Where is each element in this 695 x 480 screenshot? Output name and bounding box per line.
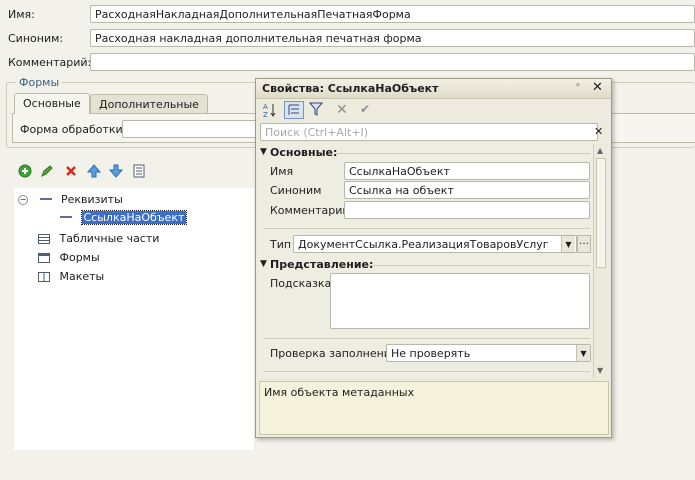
- collapse-icon[interactable]: −: [18, 195, 28, 205]
- categories-icon[interactable]: [284, 101, 304, 119]
- sort-alpha-icon[interactable]: AZ: [262, 101, 278, 119]
- prop-fill-check-label: Проверка заполнения: [270, 347, 398, 360]
- section-main-title: Основные:: [270, 146, 338, 159]
- prop-hint-label: Подсказка: [270, 277, 332, 290]
- svg-text:A: A: [263, 103, 268, 111]
- svg-text:Z: Z: [263, 111, 268, 119]
- cancel-icon[interactable]: ✕: [336, 102, 348, 118]
- tree-item-label: СсылкаНаОбъект: [80, 210, 188, 225]
- separator: [264, 371, 590, 372]
- name-field[interactable]: РасходнаяНакладнаяДополнительнаяПечатная…: [90, 5, 695, 23]
- property-description: Имя объекта метаданных: [264, 386, 415, 399]
- property-description-panel: Имя объекта метаданных: [259, 381, 609, 435]
- scroll-thumb[interactable]: [596, 158, 606, 268]
- table-icon: [38, 234, 50, 244]
- collapse-view-icon[interactable]: ▼: [260, 259, 267, 269]
- prop-fill-check-select[interactable]: Не проверять: [386, 344, 591, 362]
- type-dropdown-icon[interactable]: ▼: [561, 236, 575, 252]
- properties-window: Свойства: СсылкаНаОбъект ᵠ ✕ AZ ✕ ✔ Поис…: [255, 78, 612, 438]
- prop-type-label: Тип: [270, 238, 292, 251]
- synonym-field[interactable]: Расходная накладная дополнительная печат…: [90, 29, 695, 47]
- tree-item-label: Табличные части: [59, 232, 160, 245]
- list-icon[interactable]: [130, 162, 148, 180]
- tree-item-tabular-parts[interactable]: Табличные части: [38, 230, 159, 248]
- move-down-icon[interactable]: [107, 162, 125, 180]
- tree-item-requisites[interactable]: − Реквизиты: [18, 191, 123, 209]
- form-icon: [38, 253, 50, 263]
- layout-icon: [38, 272, 50, 282]
- synonym-label: Синоним:: [8, 32, 64, 45]
- clear-search-icon[interactable]: ✕: [594, 125, 603, 138]
- comment-field[interactable]: [90, 53, 695, 71]
- metadata-tree: [14, 188, 254, 450]
- tree-item-label: Формы: [59, 251, 100, 264]
- form-processing-field[interactable]: [122, 120, 262, 138]
- collapse-main-icon[interactable]: ▼: [260, 147, 267, 157]
- move-up-icon[interactable]: [85, 162, 103, 180]
- prop-comment-label: Комментарий: [270, 204, 350, 217]
- requisites-icon: [39, 198, 52, 202]
- prop-hint-field[interactable]: [330, 273, 590, 329]
- tree-item-layouts[interactable]: Макеты: [38, 268, 104, 286]
- attribute-icon: [60, 216, 72, 220]
- separator: [336, 153, 590, 154]
- property-scrollbar[interactable]: ▲ ▼: [593, 144, 608, 378]
- filter-icon[interactable]: [308, 101, 326, 119]
- prop-synonym-label: Синоним: [270, 184, 322, 197]
- tree-item-forms[interactable]: Формы: [38, 249, 100, 267]
- properties-window-title[interactable]: Свойства: СсылкаНаОбъект: [256, 79, 611, 99]
- forms-group-title: Формы: [16, 76, 63, 89]
- property-search-input[interactable]: Поиск (Ctrl+Alt+I): [260, 123, 598, 141]
- tree-item-label: Реквизиты: [61, 193, 123, 206]
- form-processing-label: Форма обработки:: [20, 123, 127, 136]
- tab-main[interactable]: Основные: [14, 93, 90, 114]
- separator: [264, 228, 590, 229]
- prop-type-field[interactable]: ДокументСсылка.РеализацияТоваровУслуг: [293, 235, 577, 253]
- prop-name-label: Имя: [270, 165, 294, 178]
- tab-additional[interactable]: Дополнительные: [90, 94, 208, 114]
- scroll-up-icon[interactable]: ▲: [597, 146, 603, 155]
- prop-comment-field[interactable]: [344, 201, 590, 219]
- close-icon[interactable]: ✕: [592, 80, 603, 95]
- edit-icon[interactable]: [38, 162, 56, 180]
- prop-synonym-field[interactable]: Ссылка на объект: [344, 181, 590, 199]
- scroll-down-icon[interactable]: ▼: [597, 366, 603, 375]
- type-select-button[interactable]: …: [577, 235, 591, 253]
- delete-icon[interactable]: [62, 162, 80, 180]
- fill-check-dropdown-icon[interactable]: ▼: [576, 345, 590, 361]
- section-view-title: Представление:: [270, 258, 374, 271]
- pin-icon[interactable]: ᵠ: [576, 82, 580, 92]
- tree-item-label: Макеты: [59, 270, 105, 283]
- name-label: Имя:: [8, 8, 35, 21]
- prop-name-field[interactable]: СсылкаНаОбъект: [344, 162, 590, 180]
- tree-item-object-ref[interactable]: СсылкаНаОбъект: [60, 209, 188, 227]
- add-icon[interactable]: [16, 162, 34, 180]
- separator: [264, 338, 590, 339]
- comment-label: Комментарий:: [8, 56, 92, 69]
- apply-icon[interactable]: ✔: [360, 102, 370, 116]
- separator: [368, 265, 590, 266]
- window-title-text: Свойства: СсылкаНаОбъект: [262, 82, 439, 95]
